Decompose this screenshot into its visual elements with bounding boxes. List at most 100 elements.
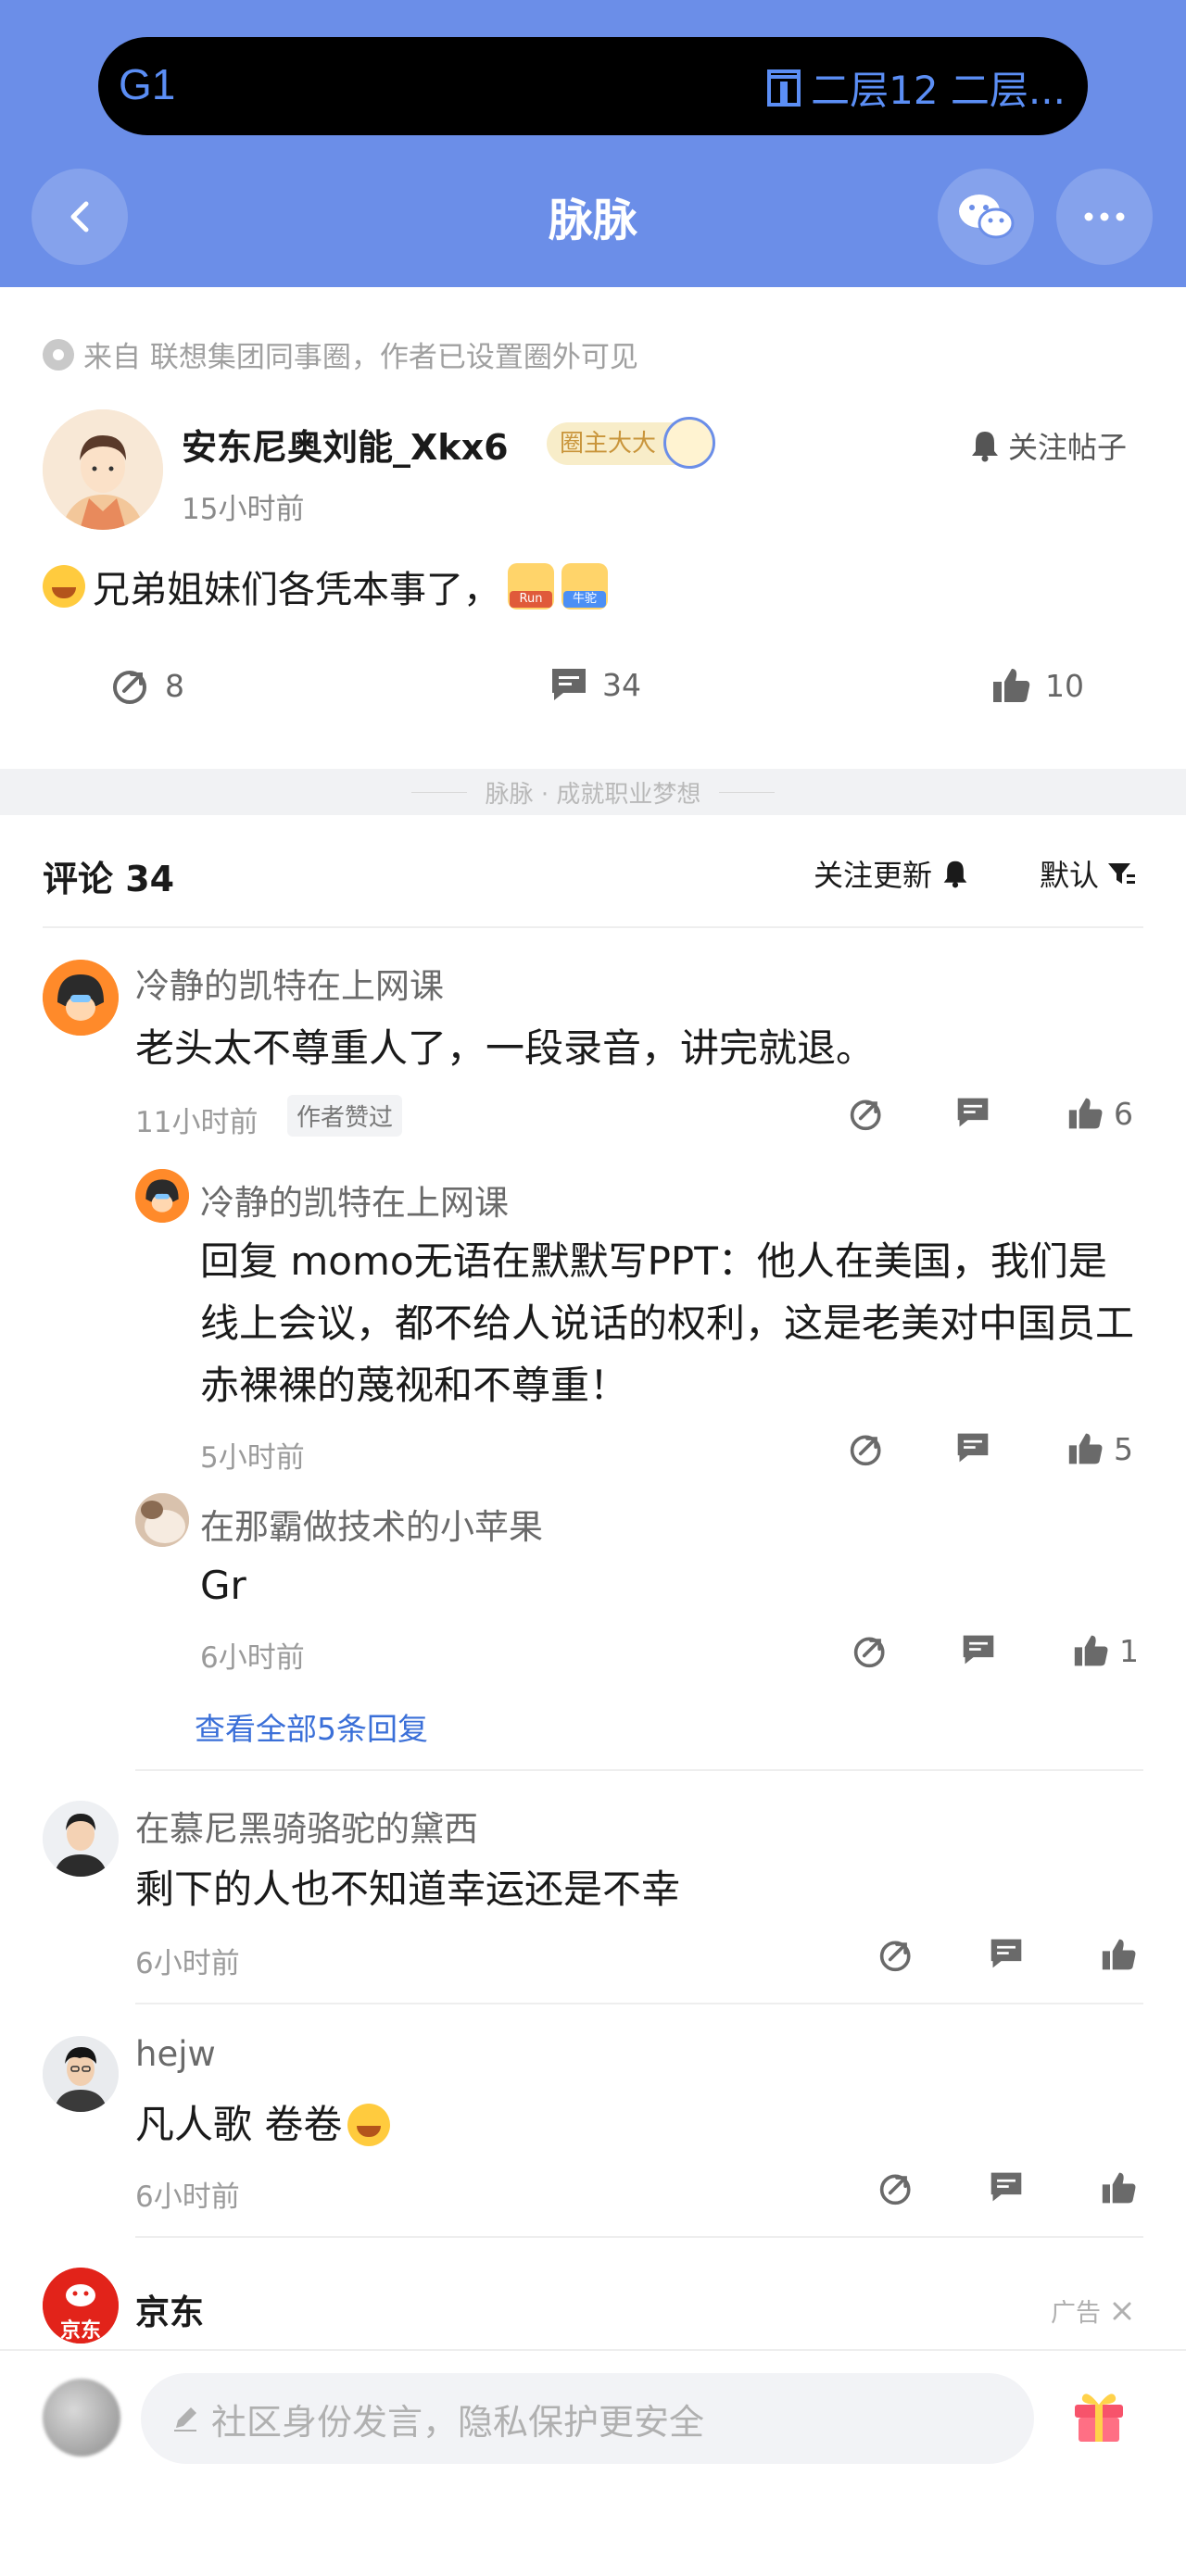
comment-icon	[990, 2172, 1022, 2202]
reply-avatar[interactable]	[135, 1493, 189, 1547]
see-all-replies-link[interactable]: 查看全部5条回复	[195, 1704, 428, 1749]
circle-icon	[43, 338, 74, 371]
helmet-avatar-illustration	[43, 960, 119, 1036]
reply-text: 回复 momo无语在默默写PPT：他人在美国，我们是线上会议，都不给人说话的权利…	[200, 1238, 1135, 1408]
reply-reply-button[interactable]	[954, 1430, 991, 1465]
comment-icon	[552, 669, 586, 700]
crown-avatar-icon	[663, 417, 716, 469]
comment-share-button[interactable]	[878, 1936, 915, 1973]
divider	[135, 1769, 1143, 1771]
share-button[interactable]: 8	[111, 665, 184, 706]
reply-time: 5小时前	[200, 1441, 305, 1475]
status-left-text: G1	[119, 60, 176, 108]
comment-text: 剩下的人也不知道幸运还是不幸	[135, 1866, 681, 1912]
thumbs-up-icon	[1102, 2172, 1136, 2204]
bell-icon	[943, 861, 967, 888]
comment-reply-button[interactable]	[988, 2169, 1025, 2205]
share-icon	[850, 1435, 881, 1466]
laughing-emoji-icon	[43, 565, 85, 608]
commenter-name[interactable]: hejw	[135, 2034, 216, 2074]
comment-icon	[957, 1433, 989, 1463]
slogan-divider-right	[719, 791, 776, 793]
ad-label-text: 广告	[1051, 2299, 1101, 2328]
follow-updates-button[interactable]: 关注更新	[814, 852, 969, 895]
post-content: 兄弟姐妹们各凭本事了， Run 牛驼	[43, 559, 608, 613]
reply-name[interactable]: 冷静的凯特在上网课	[200, 1175, 509, 1225]
ad-label: 广告	[1051, 2293, 1132, 2329]
building-icon	[767, 69, 801, 107]
jd-logo-text: 京东	[59, 2319, 101, 2343]
my-avatar[interactable]	[43, 2379, 120, 2457]
commenter-name[interactable]: 在慕尼黑骑骆驼的黛西	[135, 1801, 478, 1851]
comment-reply-button[interactable]	[954, 1095, 991, 1130]
reply-share-button[interactable]	[852, 1632, 890, 1669]
commenter-avatar[interactable]	[43, 1801, 119, 1877]
reply-text: Gr	[200, 1563, 246, 1608]
post-time: 15小时前	[182, 493, 305, 526]
follow-post-button[interactable]: 关注帖子	[969, 424, 1127, 467]
slogan-text: 脉脉 · 成就职业梦想	[485, 780, 701, 809]
comment-content: 凡人歌 卷卷	[135, 2093, 1136, 2155]
status-right-text: 二层12 二层...	[811, 68, 1066, 113]
comment-button[interactable]: 34	[549, 665, 641, 704]
divider	[43, 926, 1143, 928]
comment-like-button[interactable]	[1101, 2169, 1138, 2206]
commenter-avatar[interactable]	[43, 960, 119, 1036]
slogan-divider-left	[410, 791, 467, 793]
sort-dropdown[interactable]: 默认	[1040, 852, 1136, 895]
man-avatar-illustration	[43, 1801, 119, 1877]
filter-icon	[1108, 863, 1136, 884]
close-icon[interactable]	[1112, 2301, 1132, 2321]
wechat-share-button[interactable]	[938, 169, 1034, 265]
author-liked-tag: 作者赞过	[287, 1095, 403, 1137]
author-avatar-illustration	[43, 409, 163, 530]
reply-avatar[interactable]	[135, 1169, 189, 1223]
ad-name[interactable]: 京东	[135, 2284, 204, 2334]
author-name[interactable]: 安东尼奥刘能_Xkx6	[182, 419, 509, 470]
niutuo-sticker-label: 牛驼	[563, 591, 606, 608]
pen-icon	[174, 2407, 196, 2431]
run-sticker-label: Run	[510, 591, 552, 608]
follow-post-label: 关注帖子	[1008, 430, 1128, 465]
status-pill: G1 二层12 二层...	[98, 37, 1088, 135]
thumbs-up-icon	[1068, 1433, 1103, 1464]
commenter-name[interactable]: 冷静的凯特在上网课	[135, 958, 444, 1008]
thumbs-up-icon	[1102, 1939, 1136, 1970]
comment-like-button[interactable]	[1101, 1936, 1138, 1973]
comment-count: 34	[602, 666, 641, 703]
comment-input[interactable]: 社区身份发言，隐私保护更安全	[141, 2373, 1034, 2464]
helmet-avatar-illustration	[135, 1169, 189, 1223]
more-button[interactable]	[1056, 169, 1153, 265]
share-count: 8	[165, 667, 184, 704]
comment-reply-button[interactable]	[988, 1936, 1025, 1971]
ad-avatar[interactable]: 京东	[43, 2268, 119, 2344]
divider	[135, 2236, 1143, 2238]
reply-name[interactable]: 在那霸做技术的小苹果	[200, 1499, 543, 1549]
like-button[interactable]: 10	[991, 665, 1084, 706]
more-dots-icon	[1084, 212, 1125, 221]
share-icon	[113, 671, 146, 704]
reply-share-button[interactable]	[849, 1430, 886, 1467]
author-badge: 圈主大大	[547, 417, 716, 469]
run-sticker-icon: Run	[508, 563, 554, 609]
reply-reply-button[interactable]	[960, 1632, 997, 1667]
share-icon	[850, 1100, 881, 1131]
commenter-avatar[interactable]	[43, 2036, 119, 2112]
author-avatar[interactable]	[43, 409, 163, 530]
share-icon	[853, 1637, 885, 1668]
gift-icon[interactable]	[1071, 2384, 1127, 2444]
comment-like-button[interactable]: 6	[1067, 1095, 1133, 1132]
comment-time: 6小时前	[135, 2180, 240, 2214]
status-right: 二层12 二层...	[766, 59, 1066, 116]
post-actions: 8 34 10	[0, 665, 1186, 717]
post-source-text: 来自 联想集团同事圈，作者已设置圈外可见	[83, 341, 638, 374]
app-header: G1 二层12 二层... 脉脉	[0, 0, 1186, 287]
comment-share-button[interactable]	[878, 2169, 915, 2206]
man-avatar-illustration	[43, 2036, 119, 2112]
comment-share-button[interactable]	[849, 1095, 886, 1132]
author-badge-label: 圈主大大	[560, 430, 657, 458]
reply-like-button[interactable]: 1	[1073, 1632, 1139, 1669]
comment-input-bar: 社区身份发言，隐私保护更安全	[0, 2349, 1186, 2576]
like-count: 10	[1045, 667, 1084, 704]
reply-like-button[interactable]: 5	[1067, 1430, 1133, 1467]
